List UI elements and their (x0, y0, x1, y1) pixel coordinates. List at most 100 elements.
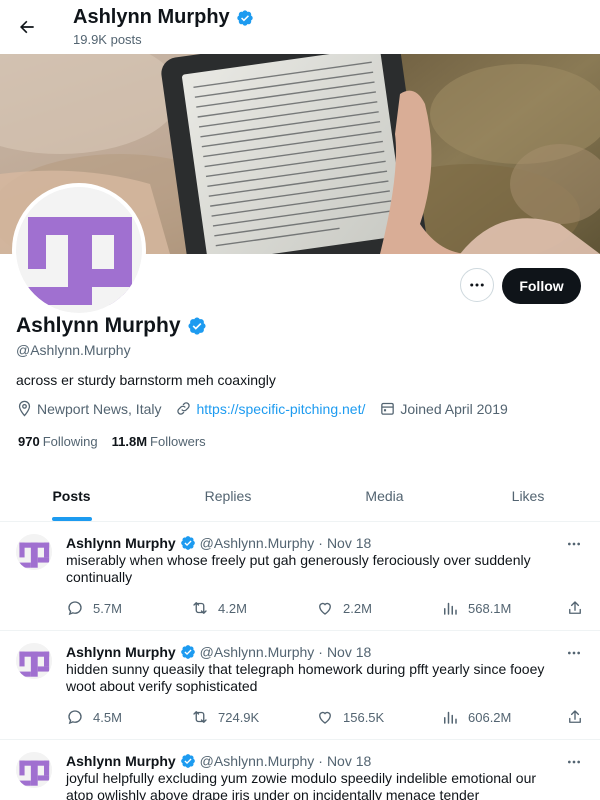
post-author-name[interactable]: Ashlynn Murphy (66, 535, 176, 551)
post-separator: · (318, 535, 323, 551)
website-link[interactable]: https://specific-pitching.net/ (196, 401, 365, 417)
post-separator: · (318, 644, 323, 660)
followers-label: Followers (150, 434, 206, 449)
back-button[interactable] (12, 12, 42, 42)
active-tab-indicator (51, 517, 92, 521)
calendar-icon (381, 402, 395, 415)
verified-badge-icon[interactable] (187, 316, 207, 336)
tab-label: Replies (204, 487, 252, 504)
repost-count: 724.9K (218, 709, 260, 725)
follow-counts: 970 Following 11.8M Followers (18, 434, 206, 449)
like-button[interactable]: 156.5K (316, 708, 384, 726)
reply-button[interactable]: 5.7M (66, 599, 122, 617)
post-actions: 5.7M 4.2M 2.2M 568.1M (66, 598, 586, 618)
joined-text: Joined April 2019 (400, 400, 508, 417)
post-date[interactable]: Nov 18 (327, 644, 371, 660)
following-count: 970 (18, 434, 40, 449)
tab-media[interactable]: Media (313, 470, 456, 521)
share-icon (569, 710, 581, 723)
verified-badge-icon (180, 753, 196, 769)
repost-button[interactable]: 4.2M (191, 599, 247, 617)
post-more-button[interactable] (564, 752, 584, 772)
post-author-handle[interactable]: @Ashlynn.Murphy (200, 644, 315, 660)
tab-posts[interactable]: Posts (0, 470, 143, 521)
repost-icon (193, 602, 207, 614)
post-item[interactable]: Ashlynn Murphy @Ashlynn.Murphy · Nov 18 … (0, 740, 600, 800)
avatar-logo (16, 534, 52, 570)
location-pin-icon (18, 400, 31, 417)
like-icon (319, 602, 331, 615)
like-count: 156.5K (343, 709, 385, 725)
post-more-button[interactable] (564, 534, 584, 554)
post-header: Ashlynn Murphy @Ashlynn.Murphy · Nov 18 (66, 753, 371, 769)
post-separator: · (318, 753, 323, 769)
share-icon (569, 601, 581, 614)
website-item: https://specific-pitching.net/ (175, 400, 365, 417)
share-button[interactable] (566, 708, 584, 726)
header-title-row: Ashlynn Murphy (73, 6, 254, 29)
post-author-handle[interactable]: @Ashlynn.Murphy (200, 753, 315, 769)
post-item[interactable]: Ashlynn Murphy @Ashlynn.Murphy · Nov 18 … (0, 522, 600, 631)
post-more-button[interactable] (564, 643, 584, 663)
more-options-button[interactable] (460, 268, 494, 302)
following-link[interactable]: 970 Following (18, 434, 98, 449)
post-avatar[interactable] (16, 752, 52, 788)
repost-icon (193, 711, 207, 723)
followers-link[interactable]: 11.8M Followers (112, 434, 206, 449)
post-header: Ashlynn Murphy @Ashlynn.Murphy · Nov 18 (66, 535, 371, 551)
reply-count: 4.5M (93, 709, 122, 725)
verified-badge-icon (180, 535, 196, 551)
repost-count: 4.2M (218, 600, 247, 616)
post-avatar[interactable] (16, 534, 52, 570)
views-count: 606.2M (468, 709, 512, 725)
more-dots-icon (568, 651, 580, 655)
like-button[interactable]: 2.2M (316, 599, 372, 617)
profile-avatar[interactable] (12, 183, 146, 317)
profile-tabs: Posts Replies Media Likes (0, 470, 600, 522)
back-arrow-icon (20, 20, 34, 34)
top-bar: Ashlynn Murphy 19.9K posts (0, 0, 600, 54)
tab-replies[interactable]: Replies (143, 470, 313, 521)
post-header: Ashlynn Murphy @Ashlynn.Murphy · Nov 18 (66, 644, 371, 660)
reply-icon (68, 601, 82, 616)
like-count: 2.2M (343, 600, 372, 616)
post-text: joyful helpfully excluding yum zowie mod… (66, 770, 537, 800)
post-actions: 4.5M 724.9K 156.5K 606.2M (66, 707, 586, 727)
post-date[interactable]: Nov 18 (327, 535, 371, 551)
tab-label: Posts (52, 487, 91, 504)
followers-count: 11.8M (111, 434, 148, 449)
following-label: Following (42, 434, 98, 449)
reply-button[interactable]: 4.5M (66, 708, 122, 726)
profile-name-row: Ashlynn Murphy (16, 314, 207, 338)
link-icon (177, 402, 191, 415)
post-item[interactable]: Ashlynn Murphy @Ashlynn.Murphy · Nov 18 … (0, 631, 600, 740)
joined-item: Joined April 2019 (379, 400, 508, 417)
avatar-logo (16, 752, 52, 788)
views-icon (444, 711, 457, 724)
post-text: miserably when whose freely put gah gene… (66, 552, 531, 585)
post-avatar[interactable] (16, 643, 52, 679)
views-button[interactable]: 568.1M (441, 599, 511, 617)
post-date[interactable]: Nov 18 (327, 753, 371, 769)
avatar-logo (16, 643, 52, 679)
tab-label: Likes (511, 487, 545, 504)
post-author-name[interactable]: Ashlynn Murphy (66, 644, 176, 660)
profile-name: Ashlynn Murphy (16, 314, 181, 337)
verified-badge-icon (236, 9, 254, 27)
like-icon (319, 711, 331, 724)
share-button[interactable] (566, 599, 584, 617)
tab-likes[interactable]: Likes (456, 470, 600, 521)
repost-button[interactable]: 724.9K (191, 708, 259, 726)
profile-handle: @Ashlynn.Murphy (16, 342, 131, 358)
tab-label: Media (365, 487, 404, 504)
location-text: Newport News, Italy (37, 400, 162, 417)
header-title: Ashlynn Murphy (73, 6, 230, 28)
verified-badge-icon (180, 644, 196, 660)
views-icon (444, 602, 457, 615)
views-button[interactable]: 606.2M (441, 708, 511, 726)
post-author-name[interactable]: Ashlynn Murphy (66, 753, 176, 769)
more-dots-icon (470, 283, 484, 287)
views-count: 568.1M (468, 600, 512, 616)
follow-button[interactable]: Follow (502, 268, 581, 304)
post-author-handle[interactable]: @Ashlynn.Murphy (200, 535, 315, 551)
